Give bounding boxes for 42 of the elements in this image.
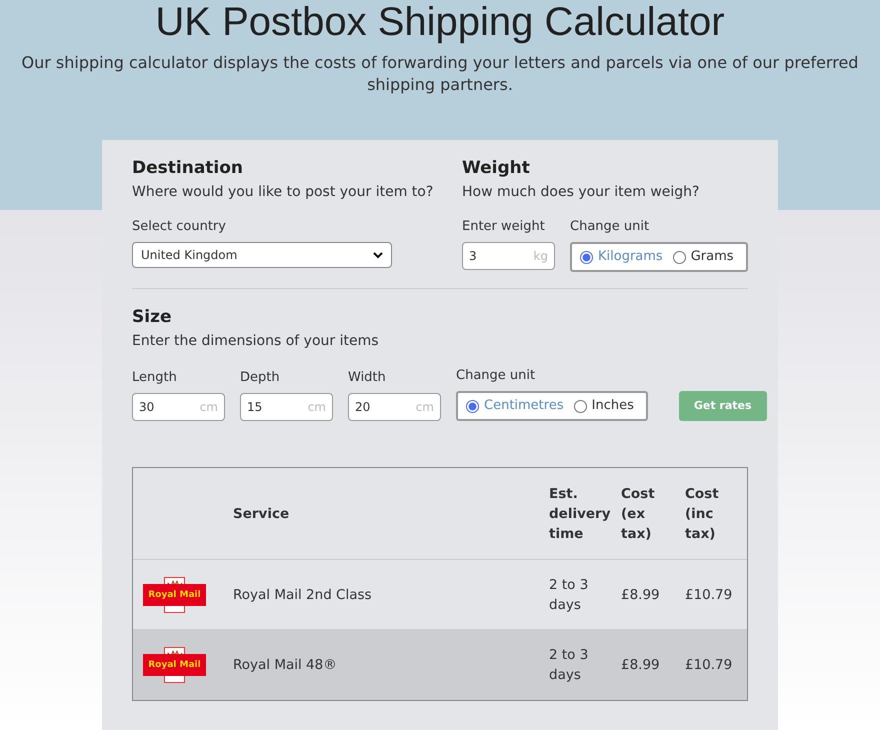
section-prompt: Enter the dimensions of your items [132, 332, 380, 350]
radio-button[interactable] [466, 400, 479, 412]
field-label: Depth [240, 368, 281, 386]
delivery-cell-text: 2 to 3 days [549, 576, 590, 614]
field-label: Change unit [570, 218, 650, 236]
column-header: Est. delivery time [549, 484, 612, 544]
cost-cell-text: £8.99 [621, 586, 661, 604]
field-label: Select country [132, 218, 227, 236]
section-prompt: How much does your item weigh? [462, 182, 700, 202]
page-title: UK Postbox Shipping Calculator [154, 0, 726, 44]
radio-button[interactable] [574, 400, 587, 412]
radio-label[interactable]: Grams [690, 247, 734, 267]
section-heading: Weight [462, 157, 531, 180]
column-header: Cost (inc tax) [685, 484, 720, 544]
highlighted-row[interactable]: Royal Mail Royal Mail 48® 2 to 3 days £8.99 £10.79 [133, 630, 747, 700]
service-cell-text: Royal Mail 48® [233, 656, 338, 674]
section-prompt: Where would you like to post your item to? [132, 182, 434, 202]
radio-button[interactable] [672, 250, 686, 264]
weight-field[interactable]: 3 kg [462, 242, 555, 270]
field-label: Length [132, 368, 178, 386]
delivery-cell-text: 2 to 3 days [549, 646, 590, 684]
field-label: Change unit [456, 366, 536, 384]
chevron-down-icon [373, 252, 383, 258]
carrier-logo: Royal Mail [143, 576, 206, 612]
carrier-logo: Royal Mail [143, 646, 206, 682]
cost-cell-text: £10.79 [685, 656, 734, 674]
column-header: Cost (ex tax) [621, 484, 656, 544]
cost-cell-text: £8.99 [621, 656, 661, 674]
cost-cell-text: £10.79 [685, 586, 734, 604]
dimension-field[interactable]: 15 cm [240, 393, 333, 421]
section-heading: Destination [132, 157, 244, 180]
field-label: Enter weight [462, 218, 546, 236]
service-cell-text: Royal Mail 2nd Class [233, 586, 373, 604]
radio-label[interactable]: Inches [592, 396, 634, 416]
country-select[interactable]: United Kingdom [132, 242, 392, 268]
column-header: Service [233, 504, 290, 524]
page-subtitle: Our shipping calculator displays the costs of forwarding your letters and parcels via one of our preferred shipping partners. [20, 52, 860, 96]
dimension-field[interactable]: 20 cm [348, 393, 441, 421]
section-heading: Size [132, 306, 172, 329]
dimension-field[interactable]: 30 cm [132, 393, 225, 421]
radio-button[interactable] [580, 250, 593, 264]
field-label: Width [348, 368, 387, 386]
